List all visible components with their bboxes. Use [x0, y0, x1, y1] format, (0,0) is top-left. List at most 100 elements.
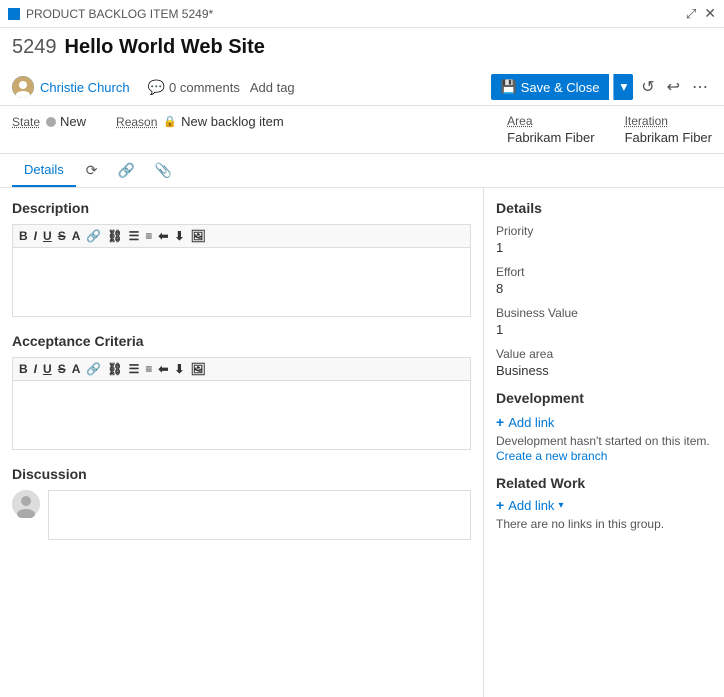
undo-button[interactable]: ↩ — [663, 73, 684, 101]
acceptance-criteria-title: Acceptance Criteria — [12, 333, 471, 349]
dev-description: Development hasn't started on this item. — [496, 434, 712, 448]
refresh-button[interactable]: ↺ — [637, 73, 658, 101]
comments-button[interactable]: 💬 0 comments — [148, 79, 240, 96]
save-close-label: Save & Close — [521, 80, 600, 95]
product-backlog-icon — [8, 8, 20, 20]
dev-plus-icon: + — [496, 414, 504, 430]
dev-add-link-label: Add link — [508, 415, 554, 430]
area-value[interactable]: Fabrikam Fiber — [507, 130, 594, 145]
right-panel: Details Priority 1 Effort 8 Business Val… — [484, 188, 724, 697]
save-dropdown-button[interactable]: ▾ — [613, 74, 633, 100]
item-title[interactable]: Hello World Web Site — [65, 36, 265, 59]
iteration-value[interactable]: Fabrikam Fiber — [625, 130, 712, 145]
ac-italic-btn[interactable]: I — [34, 362, 37, 376]
ac-link2-btn[interactable]: ⛓ — [107, 362, 122, 376]
acceptance-editor-body[interactable] — [12, 380, 471, 450]
development-section: + Add link Development hasn't started on… — [496, 414, 712, 463]
underline-btn[interactable]: U — [43, 229, 52, 243]
no-links-text: There are no links in this group. — [496, 517, 712, 531]
more-button[interactable]: ⋯ — [688, 73, 712, 101]
reason-text[interactable]: New backlog item — [181, 114, 284, 129]
bold-btn[interactable]: B — [19, 229, 28, 243]
business-value-value[interactable]: 1 — [496, 322, 712, 337]
strikethrough-btn[interactable]: S — [58, 229, 66, 243]
effort-label: Effort — [496, 265, 712, 279]
priority-field: Priority 1 — [496, 224, 712, 255]
acceptance-criteria-section: Acceptance Criteria B I U S A 🔗 ⛓ ☰ ≡ ⬅ … — [12, 333, 471, 450]
tab-details[interactable]: Details — [12, 154, 76, 187]
priority-label: Priority — [496, 224, 712, 238]
iteration-field: Iteration Fabrikam Fiber — [625, 114, 712, 145]
ac-indent-btn[interactable]: ⬅ — [158, 362, 168, 376]
save-close-button[interactable]: 💾 Save & Close — [491, 74, 610, 100]
tab-links[interactable]: 🔗 — [107, 154, 144, 187]
tab-attachments[interactable]: 📎 — [145, 154, 182, 187]
toolbar-right: 💾 Save & Close ▾ ↺ ↩ ⋯ — [491, 73, 712, 101]
link2-btn[interactable]: ⛓ — [107, 229, 122, 243]
description-section: Description B I U S A 🔗 ⛓ ☰ ≡ ⬅ ⬇ 🖼 — [12, 200, 471, 317]
highlight-btn[interactable]: A — [72, 229, 81, 243]
priority-value[interactable]: 1 — [496, 240, 712, 255]
header: 5249 Hello World Web Site — [0, 28, 724, 69]
user-name[interactable]: Christie Church — [40, 80, 130, 95]
value-area-label: Value area — [496, 347, 712, 361]
state-circle — [46, 117, 56, 127]
state-text[interactable]: New — [60, 114, 86, 129]
ac-bold-btn[interactable]: B — [19, 362, 28, 376]
value-area-value[interactable]: Business — [496, 363, 712, 378]
discussion-title: Discussion — [12, 466, 471, 482]
create-branch-link[interactable]: Create a new branch — [496, 449, 607, 463]
related-plus-icon: + — [496, 497, 504, 513]
ac-ul-btn[interactable]: ≡ — [145, 362, 152, 376]
effort-value[interactable]: 8 — [496, 281, 712, 296]
add-tag-button[interactable]: Add tag — [250, 80, 295, 95]
description-title: Description — [12, 200, 471, 216]
title-bar-left: PRODUCT BACKLOG ITEM 5249* — [8, 7, 213, 21]
link-btn[interactable]: 🔗 — [86, 229, 101, 243]
indent-btn[interactable]: ⬅ — [158, 229, 168, 243]
save-icon: 💾 — [501, 79, 517, 95]
dev-add-link-button[interactable]: + Add link — [496, 414, 712, 430]
main-content: Description B I U S A 🔗 ⛓ ☰ ≡ ⬅ ⬇ 🖼 Acce… — [0, 188, 724, 697]
ac-link-btn[interactable]: 🔗 — [86, 362, 101, 376]
user-info: Christie Church — [12, 76, 130, 98]
ul-btn[interactable]: ≡ — [145, 229, 152, 243]
image-btn[interactable]: 🖼 — [190, 229, 205, 243]
ol-btn[interactable]: ☰ — [129, 229, 140, 243]
dropdown-icon: ▾ — [620, 79, 627, 94]
comments-count: 0 comments — [169, 80, 240, 95]
close-icon[interactable]: ✕ — [704, 5, 716, 22]
fields-row: State New Reason 🔒 New backlog item Area… — [0, 106, 724, 154]
ac-outdent-btn[interactable]: ⬇ — [174, 362, 184, 376]
related-add-link-button[interactable]: + Add link ▾ — [496, 497, 712, 513]
area-field: Area Fabrikam Fiber — [507, 114, 594, 145]
outdent-btn[interactable]: ⬇ — [174, 229, 184, 243]
description-editor-toolbar: B I U S A 🔗 ⛓ ☰ ≡ ⬅ ⬇ 🖼 — [12, 224, 471, 247]
tab-history[interactable]: ⟳ — [76, 154, 108, 187]
business-value-field: Business Value 1 — [496, 306, 712, 337]
avatar — [12, 76, 34, 98]
discussion-input[interactable] — [48, 490, 471, 540]
toolbar: Christie Church 💬 0 comments Add tag 💾 S… — [0, 69, 724, 106]
toolbar-actions: 💬 0 comments Add tag — [148, 79, 295, 96]
effort-field: Effort 8 — [496, 265, 712, 296]
details-panel-title: Details — [496, 200, 712, 216]
area-label: Area — [507, 114, 594, 128]
state-field: State New — [12, 114, 86, 129]
ac-image-btn[interactable]: 🖼 — [190, 362, 205, 376]
fields-row-right: Area Fabrikam Fiber Iteration Fabrikam F… — [507, 114, 712, 145]
ac-strikethrough-btn[interactable]: S — [58, 362, 66, 376]
description-editor-body[interactable] — [12, 247, 471, 317]
ac-highlight-btn[interactable]: A — [72, 362, 81, 376]
ac-ol-btn[interactable]: ☰ — [129, 362, 140, 376]
development-title: Development — [496, 390, 712, 406]
title-bar: PRODUCT BACKLOG ITEM 5249* ⤢ ✕ — [0, 0, 724, 28]
related-work-section: + Add link ▾ There are no links in this … — [496, 497, 712, 531]
lock-icon: 🔒 — [163, 115, 177, 128]
italic-btn[interactable]: I — [34, 229, 37, 243]
item-id: 5249 — [12, 36, 57, 59]
state-value: New — [46, 114, 86, 129]
state-label: State — [12, 115, 40, 129]
ac-underline-btn[interactable]: U — [43, 362, 52, 376]
expand-icon[interactable]: ⤢ — [686, 6, 696, 22]
